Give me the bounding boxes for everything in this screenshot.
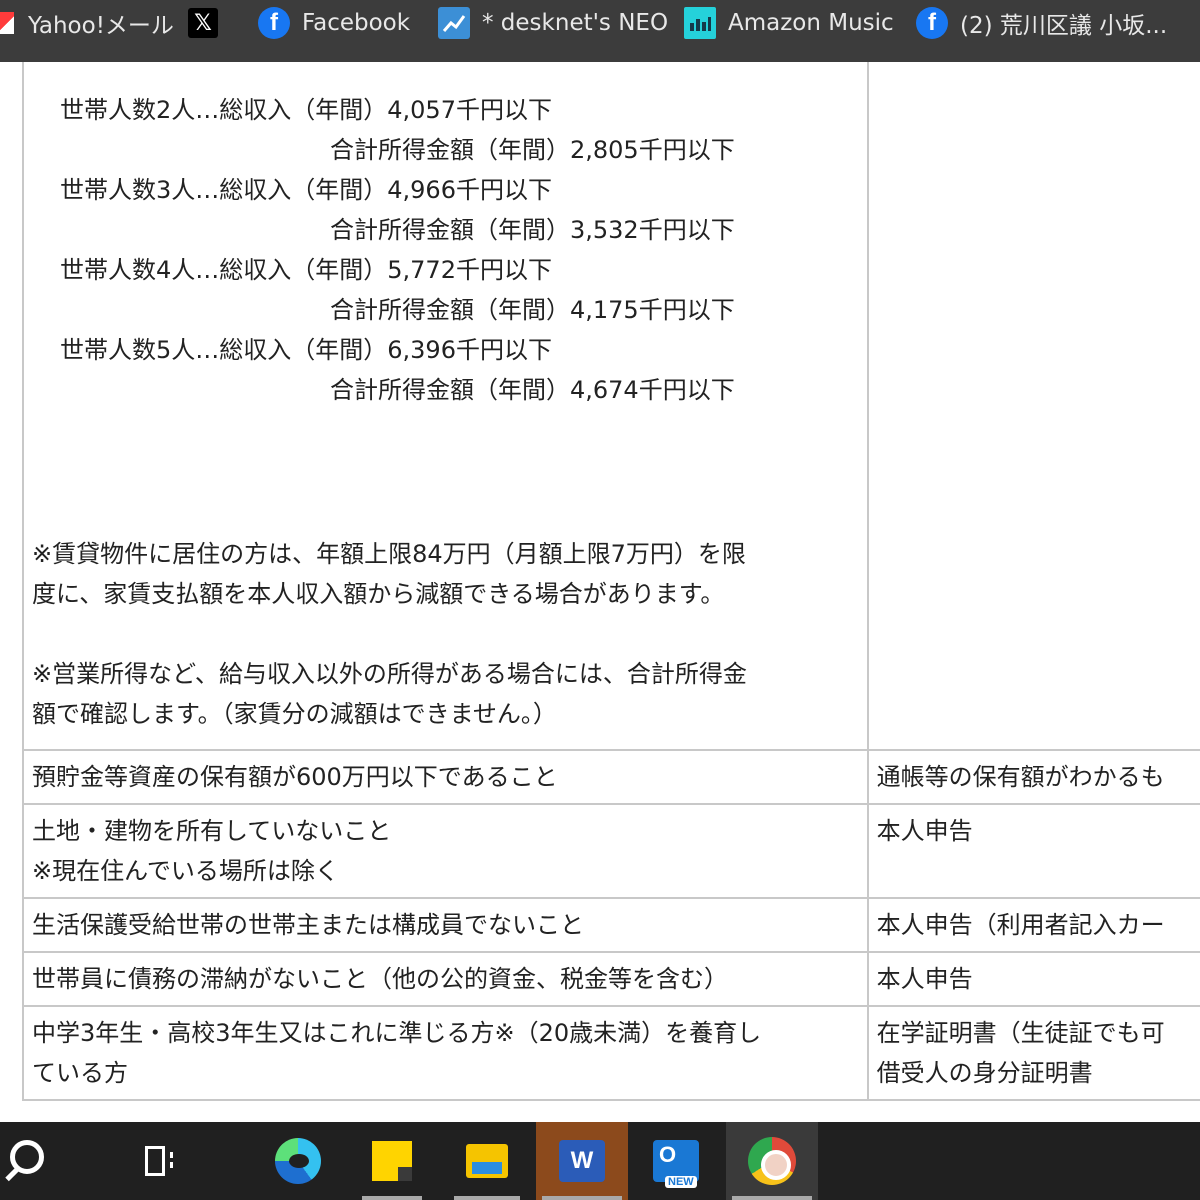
word-icon: W: [559, 1140, 605, 1182]
taskbar: W O NEW: [0, 1122, 1200, 1200]
facebook-icon: f: [916, 7, 948, 39]
task-view-icon: [141, 1144, 177, 1178]
bookmark-label: Amazon Music: [728, 10, 894, 36]
taskbar-edge-button[interactable]: [262, 1122, 334, 1200]
income-limit-line: 合計所得金額（年間）4,175千円以下: [330, 296, 735, 324]
bookmark-facebook-arakawa[interactable]: f (2) 荒川区議 小坂...: [916, 0, 1167, 46]
bookmark-label: Facebook: [302, 10, 411, 36]
table-row: 生活保護受給世帯の世帯主または構成員でないこと 本人申告（利用者記入カー: [22, 897, 1200, 953]
search-icon: [10, 1140, 44, 1174]
bookmark-amazon-music[interactable]: Amazon Music: [684, 0, 894, 46]
condition-text: 預貯金等資産の保有額が600万円以下であること: [32, 763, 558, 791]
running-indicator: [732, 1196, 812, 1200]
taskbar-word-button[interactable]: W: [536, 1122, 628, 1200]
income-document-cell: [866, 62, 1200, 751]
document-text: 在学証明書（生徒証でも可: [876, 1019, 1165, 1047]
income-limit-line: 世帯人数3人…総収入（年間）4,966千円以下: [60, 176, 552, 204]
document-text: 通帳等の保有額がわかるも: [876, 763, 1165, 791]
amazon-music-icon: [684, 7, 716, 39]
table-row: 土地・建物を所有していないこと ※現在住んでいる場所は除く 本人申告: [22, 803, 1200, 899]
bookmark-label: * desknet's NEO: [482, 10, 669, 36]
income-limit-line: 合計所得金額（年間）2,805千円以下: [330, 136, 735, 164]
income-limit-line: 世帯人数5人…総収入（年間）6,396千円以下: [60, 336, 552, 364]
condition-cell: 中学3年生・高校3年生又はこれに準じる方※（20歳未満）を養育し ている方: [22, 1005, 869, 1101]
condition-cell: 土地・建物を所有していないこと ※現在住んでいる場所は除く: [22, 803, 869, 899]
running-indicator: [362, 1196, 422, 1200]
condition-text: ※現在住んでいる場所は除く: [32, 857, 339, 885]
rent-note-line: ※賃貸物件に居住の方は、年額上限84万円（月額上限7万円）を限: [32, 540, 746, 568]
document-text: 本人申告: [876, 817, 973, 845]
taskbar-task-view-button[interactable]: [126, 1122, 192, 1200]
file-explorer-icon: [466, 1144, 508, 1178]
bookmark-yahoo-mail[interactable]: Yahoo!メール: [0, 0, 174, 46]
taskbar-sticky-notes-button[interactable]: [356, 1122, 428, 1200]
running-indicator: [454, 1196, 520, 1200]
condition-cell: 世帯員に債務の滞納がないこと（他の公的資金、税金等を含む）: [22, 951, 869, 1007]
taskbar-search-button[interactable]: [0, 1122, 60, 1200]
running-indicator: [542, 1196, 622, 1200]
sticky-notes-icon: [372, 1141, 412, 1181]
income-condition-cell: 世帯人数2人…総収入（年間）4,057千円以下 合計所得金額（年間）2,805千…: [22, 62, 869, 751]
document-cell: 本人申告: [866, 951, 1200, 1007]
business-income-note-line: 額で確認します。（家賃分の減額はできません。）: [32, 700, 557, 728]
new-badge: NEW: [665, 1176, 697, 1188]
bookmark-label: (2) 荒川区議 小坂...: [960, 13, 1168, 39]
document-text: 本人申告（利用者記入カー: [876, 911, 1165, 939]
page-content: 世帯人数2人…総収入（年間）4,057千円以下 合計所得金額（年間）2,805千…: [0, 62, 1200, 1122]
taskbar-outlook-button[interactable]: O NEW: [636, 1122, 716, 1200]
income-limit-line: 世帯人数2人…総収入（年間）4,057千円以下: [60, 96, 552, 124]
condition-text: 土地・建物を所有していないこと: [32, 817, 392, 845]
income-limit-line: 世帯人数4人…総収入（年間）5,772千円以下: [60, 256, 552, 284]
bookmark-x[interactable]: 𝕏: [188, 0, 230, 46]
bookmark-desknets-neo[interactable]: * desknet's NEO: [438, 0, 668, 46]
bookmark-facebook[interactable]: f Facebook: [258, 0, 410, 46]
bookmark-label: Yahoo!メール: [28, 13, 174, 39]
edge-icon: [275, 1138, 321, 1184]
document-cell: 本人申告（利用者記入カー: [866, 897, 1200, 953]
document-text: 借受人の身分証明書: [876, 1059, 1093, 1087]
condition-text: 世帯員に債務の滞納がないこと（他の公的資金、税金等を含む）: [32, 965, 728, 993]
income-limit-line: 合計所得金額（年間）4,674千円以下: [330, 376, 735, 404]
x-icon: 𝕏: [188, 8, 218, 38]
chrome-icon: [748, 1137, 796, 1185]
document-cell: 在学証明書（生徒証でも可 借受人の身分証明書: [866, 1005, 1200, 1101]
rent-note-line: 度に、家賃支払額を本人収入額から減額できる場合があります。: [32, 580, 725, 608]
condition-cell: 預貯金等資産の保有額が600万円以下であること: [22, 749, 869, 805]
document-cell: 本人申告: [866, 803, 1200, 899]
taskbar-file-explorer-button[interactable]: [448, 1122, 526, 1200]
condition-text: 生活保護受給世帯の世帯主または構成員でないこと: [32, 911, 584, 939]
requirements-table: 世帯人数2人…総収入（年間）4,057千円以下 合計所得金額（年間）2,805千…: [22, 62, 1200, 1101]
outlook-icon: O NEW: [653, 1140, 699, 1188]
condition-text: ている方: [32, 1059, 128, 1087]
desknets-neo-icon: [438, 7, 470, 39]
bookmarks-bar: Yahoo!メール 𝕏 f Facebook * desknet's NEO A…: [0, 0, 1200, 62]
yahoo-mail-icon: [0, 12, 14, 34]
condition-text: 中学3年生・高校3年生又はこれに準じる方※（20歳未満）を養育し: [32, 1019, 762, 1047]
table-row: 世帯員に債務の滞納がないこと（他の公的資金、税金等を含む） 本人申告: [22, 951, 1200, 1007]
taskbar-chrome-button[interactable]: [726, 1122, 818, 1200]
outlook-glyph: O: [659, 1142, 677, 1167]
facebook-icon: f: [258, 7, 290, 39]
document-text: 本人申告: [876, 965, 973, 993]
income-limit-line: 合計所得金額（年間）3,532千円以下: [330, 216, 735, 244]
table-row: 預貯金等資産の保有額が600万円以下であること 通帳等の保有額がわかるも: [22, 749, 1200, 805]
business-income-note-line: ※営業所得など、給与収入以外の所得がある場合には、合計所得金: [32, 660, 747, 688]
table-row: 世帯人数2人…総収入（年間）4,057千円以下 合計所得金額（年間）2,805千…: [22, 62, 1200, 751]
document-cell: 通帳等の保有額がわかるも: [866, 749, 1200, 805]
table-row: 中学3年生・高校3年生又はこれに準じる方※（20歳未満）を養育し ている方 在学…: [22, 1005, 1200, 1101]
condition-cell: 生活保護受給世帯の世帯主または構成員でないこと: [22, 897, 869, 953]
